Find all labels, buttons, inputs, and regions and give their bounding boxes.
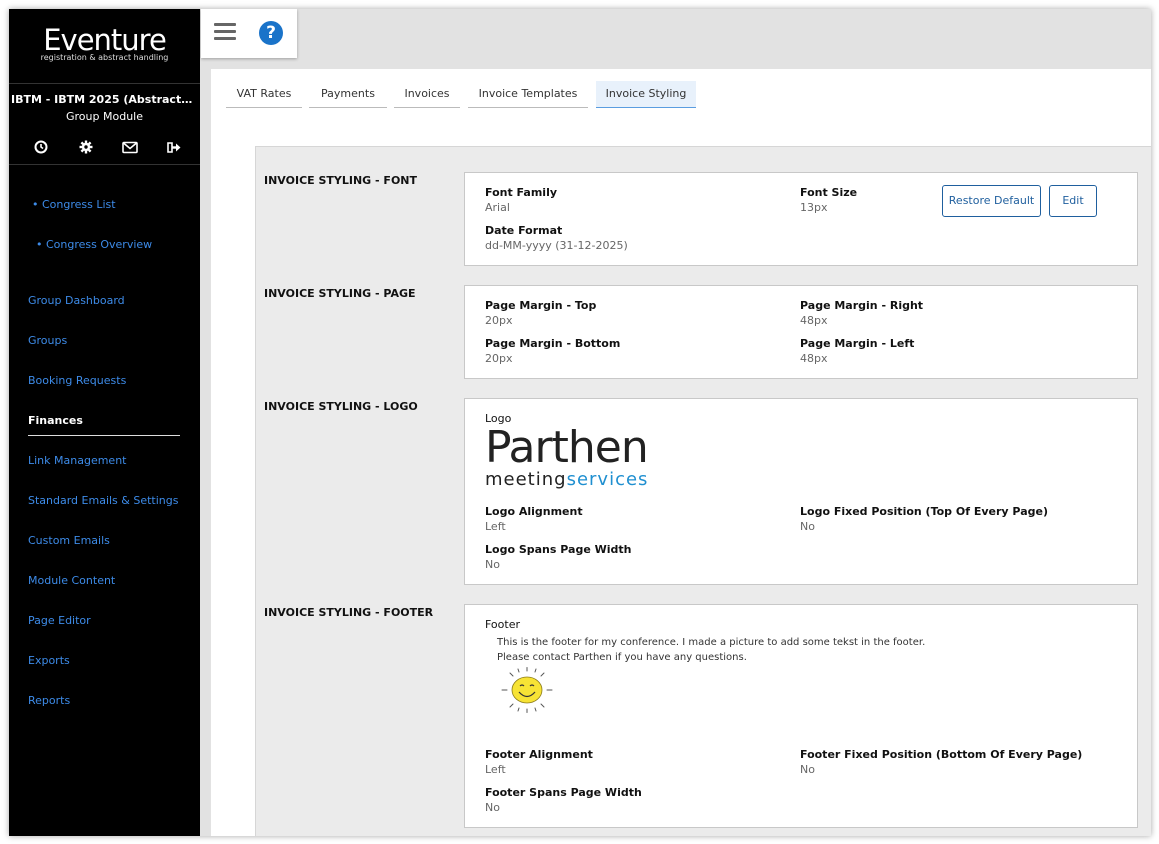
font-family-label: Font Family — [485, 186, 558, 199]
top-toolbar: ? — [201, 9, 297, 58]
font-size-label: Font Size — [800, 186, 858, 199]
footer-alignment-label: Footer Alignment — [485, 748, 593, 761]
brand: Eventure registration & abstract handlin… — [9, 9, 200, 84]
margin-bottom-field: Page Margin - Bottom 20px — [485, 337, 620, 365]
app-window: Eventure registration & abstract handlin… — [9, 9, 1151, 836]
date-format-field: Date Format dd-MM-yyyy (31-12-2025) — [485, 224, 628, 252]
sidebar-item-congress-overview[interactable]: • Congress Overview — [36, 238, 152, 251]
margin-left-label: Page Margin - Left — [800, 337, 915, 350]
sidebar-item-group-dashboard[interactable]: Group Dashboard — [28, 294, 125, 307]
margin-top-field: Page Margin - Top 20px — [485, 299, 596, 327]
footer-label: Footer — [485, 618, 520, 631]
footer-alignment-value: Left — [485, 763, 506, 776]
active-indicator — [28, 435, 180, 436]
settings-content: INVOICE STYLING - FONT Font Family Arial… — [255, 146, 1151, 836]
font-size-value: 13px — [800, 201, 828, 214]
footer-spans-value: No — [485, 801, 500, 814]
logo-text-main: Parthen — [485, 422, 649, 473]
section-title-page: INVOICE STYLING - PAGE — [264, 287, 416, 300]
logo-alignment-label: Logo Alignment — [485, 505, 583, 518]
sidebar-item-module-content[interactable]: Module Content — [28, 574, 115, 587]
footer-spans-label: Footer Spans Page Width — [485, 786, 642, 799]
margin-right-value: 48px — [800, 314, 828, 327]
envelope-icon[interactable] — [122, 139, 139, 155]
footer-card: Footer This is the footer for my confere… — [464, 604, 1138, 828]
module-name: Group Module — [66, 110, 143, 123]
footer-fixed-field: Footer Fixed Position (Bottom Of Every P… — [800, 748, 1082, 776]
sidebar-item-finances[interactable]: Finances — [28, 414, 83, 427]
font-family-value: Arial — [485, 201, 510, 214]
logo-fixed-field: Logo Fixed Position (Top Of Every Page) … — [800, 505, 1048, 533]
restore-default-button[interactable]: Restore Default — [942, 185, 1041, 217]
help-icon[interactable]: ? — [259, 21, 283, 45]
logo-card: Logo Parthen meetingservices Logo Alignm… — [464, 398, 1138, 585]
sun-icon — [499, 667, 555, 716]
font-size-field: Font Size 13px — [800, 186, 857, 214]
footer-label-field: Footer — [485, 618, 520, 631]
page-card: Page Margin - Top 20px Page Margin - Rig… — [464, 285, 1138, 379]
footer-alignment-field: Footer Alignment Left — [485, 748, 593, 776]
logo-text-sub1: meeting — [485, 469, 567, 490]
sidebar-item-groups[interactable]: Groups — [28, 334, 67, 347]
logo-image: Parthen meetingservices — [485, 422, 649, 491]
footer-text-line2: Please contact Parthen if you have any q… — [497, 652, 747, 663]
margin-right-field: Page Margin - Right 48px — [800, 299, 923, 327]
tab-vat-rates[interactable]: VAT Rates — [226, 81, 302, 108]
gear-icon[interactable] — [78, 139, 94, 155]
sidebar-item-reports[interactable]: Reports — [28, 694, 70, 707]
congress-title: IBTM - IBTM 2025 (Abstracts & Par... — [11, 93, 200, 106]
margin-right-label: Page Margin - Right — [800, 299, 924, 312]
logo-spans-field: Logo Spans Page Width No — [485, 543, 631, 571]
section-title-font: INVOICE STYLING - FONT — [264, 174, 418, 187]
footer-fixed-label: Footer Fixed Position (Bottom Of Every P… — [800, 748, 1083, 761]
logo-spans-value: No — [485, 558, 500, 571]
logo-fixed-label: Logo Fixed Position (Top Of Every Page) — [800, 505, 1048, 518]
brand-logo: Eventure — [43, 23, 167, 57]
sidebar-item-congress-list[interactable]: • Congress List — [32, 198, 116, 211]
logo-alignment-value: Left — [485, 520, 506, 533]
footer-text-line1: This is the footer for my conference. I … — [497, 637, 926, 648]
sidebar-item-link-management[interactable]: Link Management — [28, 454, 126, 467]
sidebar: Eventure registration & abstract handlin… — [9, 9, 200, 836]
sidebar-item-custom-emails[interactable]: Custom Emails — [28, 534, 110, 547]
sidebar-item-standard-emails[interactable]: Standard Emails & Settings — [28, 494, 178, 507]
font-family-field: Font Family Arial — [485, 186, 557, 214]
logout-icon[interactable] — [167, 139, 183, 155]
font-card: Font Family Arial Font Size 13px Date Fo… — [464, 172, 1138, 266]
tab-payments[interactable]: Payments — [309, 81, 387, 108]
footer-spans-field: Footer Spans Page Width No — [485, 786, 642, 814]
sidebar-icon-bar — [33, 139, 183, 155]
sidebar-divider — [9, 164, 200, 165]
date-format-value: dd-MM-yyyy (31-12-2025) — [485, 239, 628, 252]
logo-alignment-field: Logo Alignment Left — [485, 505, 583, 533]
sidebar-item-page-editor[interactable]: Page Editor — [28, 614, 91, 627]
clock-icon[interactable] — [33, 139, 49, 155]
sidebar-item-booking-requests[interactable]: Booking Requests — [28, 374, 126, 387]
margin-bottom-label: Page Margin - Bottom — [485, 337, 621, 350]
margin-top-label: Page Margin - Top — [485, 299, 597, 312]
main-panel: VAT Rates Payments Invoices Invoice Temp… — [211, 69, 1151, 836]
margin-left-field: Page Margin - Left 48px — [800, 337, 914, 365]
logo-spans-label: Logo Spans Page Width — [485, 543, 632, 556]
margin-bottom-value: 20px — [485, 352, 513, 365]
section-title-logo: INVOICE STYLING - LOGO — [264, 400, 418, 413]
margin-left-value: 48px — [800, 352, 828, 365]
hamburger-menu-icon[interactable] — [214, 23, 236, 44]
tab-invoice-templates[interactable]: Invoice Templates — [468, 81, 588, 108]
brand-tagline: registration & abstract handling — [40, 53, 169, 62]
section-title-footer: INVOICE STYLING - FOOTER — [264, 606, 434, 619]
logo-text-sub2: services — [566, 469, 649, 490]
tab-invoice-styling[interactable]: Invoice Styling — [596, 81, 696, 108]
edit-button[interactable]: Edit — [1049, 185, 1097, 217]
tab-invoices[interactable]: Invoices — [394, 81, 460, 108]
logo-fixed-value: No — [800, 520, 815, 533]
margin-top-value: 20px — [485, 314, 513, 327]
logo-text-sub: meetingservices — [485, 469, 648, 490]
sidebar-item-exports[interactable]: Exports — [28, 654, 70, 667]
date-format-label: Date Format — [485, 224, 563, 237]
footer-fixed-value: No — [800, 763, 815, 776]
